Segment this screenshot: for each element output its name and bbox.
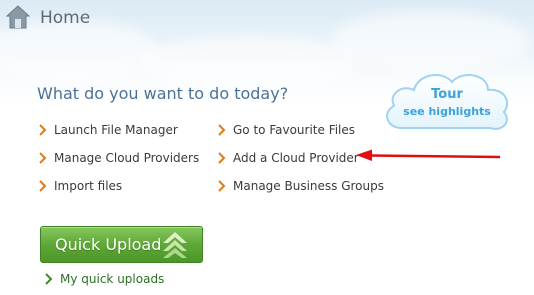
chevron-right-icon: [218, 152, 226, 164]
chevron-right-icon: [39, 124, 47, 136]
chevron-right-icon: [218, 180, 226, 192]
quick-upload-button[interactable]: Quick Upload: [40, 226, 203, 263]
link-label: Add a Cloud Provider: [233, 151, 359, 165]
link-label: Go to Favourite Files: [233, 123, 356, 137]
quick-upload-label: Quick Upload: [55, 235, 162, 254]
background-cloud: [140, 35, 360, 90]
link-label: My quick uploads: [60, 272, 165, 286]
link-label: Launch File Manager: [54, 123, 178, 137]
tour-button[interactable]: Tour see highlights: [380, 66, 514, 140]
tour-title: Tour: [431, 87, 463, 102]
add-cloud-provider-link[interactable]: Add a Cloud Provider: [218, 150, 359, 166]
link-label: Import files: [54, 179, 123, 193]
chevron-right-icon: [45, 273, 53, 285]
manage-cloud-providers-link[interactable]: Manage Cloud Providers: [39, 150, 199, 166]
go-to-favourite-files-link[interactable]: Go to Favourite Files: [218, 122, 355, 138]
cloud-icon: [386, 74, 509, 130]
chevron-right-icon: [39, 180, 47, 192]
home-icon[interactable]: [6, 4, 30, 30]
annotation-arrow-icon: [356, 149, 501, 161]
chevron-right-icon: [39, 152, 47, 164]
double-up-arrow-icon: [163, 232, 187, 258]
tour-subtitle: see highlights: [403, 105, 491, 118]
import-files-link[interactable]: Import files: [39, 178, 122, 194]
link-label: Manage Business Groups: [233, 179, 384, 193]
my-quick-uploads-link[interactable]: My quick uploads: [45, 272, 164, 286]
link-label: Manage Cloud Providers: [54, 151, 200, 165]
manage-business-groups-link[interactable]: Manage Business Groups: [218, 178, 384, 194]
chevron-right-icon: [218, 124, 226, 136]
launch-file-manager-link[interactable]: Launch File Manager: [39, 122, 178, 138]
page-header: Home: [0, 0, 534, 40]
page-title: Home: [40, 8, 91, 28]
section-heading: What do you want to do today?: [37, 84, 289, 103]
